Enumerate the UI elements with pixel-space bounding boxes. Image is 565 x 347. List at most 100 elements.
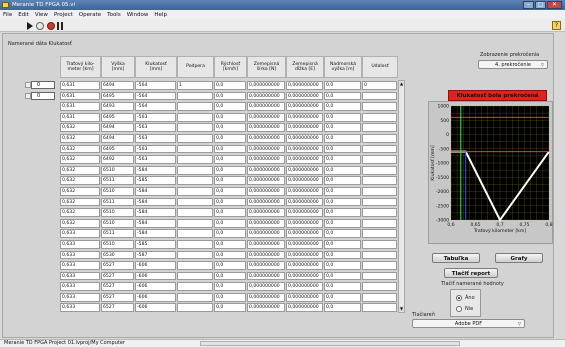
cell-vyska[interactable]: 6495 [101,144,134,154]
cell-sirka[interactable]: 0,000000000 [247,239,285,249]
cell-udalost[interactable]: 0 [362,81,397,90]
cell-udalost[interactable] [362,282,397,292]
cell-udalost[interactable] [362,91,397,101]
menu-operate[interactable]: Operate [79,12,101,18]
cell-dlzka[interactable]: 0,000000000 [286,271,323,281]
cell-podpera[interactable] [177,186,213,196]
cell-sirka[interactable]: 0,000000000 [247,250,285,260]
cell-vyska[interactable]: 6527 [101,303,134,313]
help-icon[interactable]: ? [552,21,561,30]
cell-km[interactable]: 0,633 [60,239,100,249]
cell-sirka[interactable]: 0,000000000 [247,261,285,270]
cell-km[interactable]: 0,632 [60,208,100,217]
cell-klukatost[interactable]: -606 [135,292,176,302]
cell-km[interactable]: 0,631 [60,102,100,111]
cell-podpera[interactable]: 1 [177,81,213,90]
cell-km[interactable]: 0,633 [60,271,100,281]
cell-udalost[interactable] [362,239,397,249]
menu-edit[interactable]: Edit [18,12,29,18]
cell-rychlost[interactable]: 0,0 [214,155,246,164]
cell-sirka[interactable]: 0,000000000 [247,144,285,154]
row-index-spinner[interactable] [25,82,31,88]
cell-km[interactable]: 0,632 [60,123,100,133]
cell-nadmorska[interactable]: 0,0 [324,81,361,90]
cell-udalost[interactable] [362,155,397,164]
cell-klukatost[interactable]: -564 [135,102,176,111]
cell-podpera[interactable] [177,165,213,175]
cell-udalost[interactable] [362,165,397,175]
cell-podpera[interactable] [177,123,213,133]
cell-podpera[interactable] [177,144,213,154]
cell-podpera[interactable] [177,229,213,239]
cell-sirka[interactable]: 0,000000000 [247,229,285,239]
cell-rychlost[interactable]: 0,0 [214,229,246,239]
cell-nadmorska[interactable]: 0,0 [324,292,361,302]
cell-vyska[interactable]: 6527 [101,292,134,302]
cell-vyska[interactable]: 6510 [101,218,134,228]
cell-dlzka[interactable]: 0,000000000 [286,261,323,270]
cell-klukatost[interactable]: -563 [135,112,176,122]
cell-nadmorska[interactable]: 0,0 [324,176,361,186]
cell-klukatost[interactable]: -606 [135,271,176,281]
cell-dlzka[interactable]: 0,000000000 [286,197,323,207]
scroll-up-icon[interactable]: ▲ [399,81,404,87]
cell-podpera[interactable] [177,91,213,101]
cell-vyska[interactable]: 6510 [101,239,134,249]
cell-nadmorska[interactable]: 0,0 [324,133,361,143]
cell-km[interactable]: 0,632 [60,133,100,143]
cell-nadmorska[interactable]: 0,0 [324,91,361,101]
cell-sirka[interactable]: 0,000000000 [247,133,285,143]
table-vertical-scrollbar[interactable]: ▲ ▼ [398,80,405,313]
cell-km[interactable]: 0,633 [60,229,100,239]
cell-rychlost[interactable]: 0,0 [214,208,246,217]
cell-dlzka[interactable]: 0,000000000 [286,292,323,302]
cell-podpera[interactable] [177,176,213,186]
cell-sirka[interactable]: 0,000000000 [247,165,285,175]
cell-podpera[interactable] [177,282,213,292]
cell-udalost[interactable] [362,261,397,270]
cell-nadmorska[interactable]: 0,0 [324,165,361,175]
cell-rychlost[interactable]: 0,0 [214,261,246,270]
cell-klukatost[interactable]: -585 [135,176,176,186]
cell-udalost[interactable] [362,186,397,196]
cell-rychlost[interactable]: 0,0 [214,282,246,292]
cell-vyska[interactable]: 6492 [101,155,134,164]
cell-rychlost[interactable]: 0,0 [214,303,246,313]
cell-nadmorska[interactable]: 0,0 [324,155,361,164]
cell-km[interactable]: 0,632 [60,155,100,164]
cell-vyska[interactable]: 6495 [101,112,134,122]
cell-rychlost[interactable]: 0,0 [214,112,246,122]
cell-udalost[interactable] [362,208,397,217]
grafy-button[interactable]: Grafy [495,253,543,263]
cell-vyska[interactable]: 6511 [101,197,134,207]
cell-klukatost[interactable]: -587 [135,250,176,260]
cell-nadmorska[interactable]: 0,0 [324,123,361,133]
cell-rychlost[interactable]: 0,0 [214,102,246,111]
maximize-button[interactable]: □ [535,1,546,9]
tabulka-button[interactable]: Tabuľka [432,253,480,263]
cell-sirka[interactable]: 0,000000000 [247,292,285,302]
run-continuously-icon[interactable] [36,22,44,30]
cell-vyska[interactable]: 6530 [101,250,134,260]
cell-udalost[interactable] [362,144,397,154]
cell-vyska[interactable]: 6527 [101,282,134,292]
cell-klukatost[interactable]: -584 [135,165,176,175]
cell-rychlost[interactable]: 0,0 [214,144,246,154]
printer-dropdown[interactable]: Adobe PDF ▽ [412,319,525,328]
radio-nie[interactable] [456,306,462,312]
cell-dlzka[interactable]: 0,000000000 [286,133,323,143]
cell-km[interactable]: 0,633 [60,292,100,302]
cell-km[interactable]: 0,631 [60,112,100,122]
cell-klukatost[interactable]: -564 [135,81,176,90]
cell-sirka[interactable]: 0,000000000 [247,197,285,207]
cell-klukatost[interactable]: -584 [135,218,176,228]
cell-nadmorska[interactable]: 0,0 [324,282,361,292]
cell-klukatost[interactable]: -606 [135,303,176,313]
menu-tools[interactable]: Tools [107,12,121,18]
cell-dlzka[interactable]: 0,000000000 [286,123,323,133]
cell-sirka[interactable]: 0,000000000 [247,186,285,196]
cell-udalost[interactable] [362,229,397,239]
cell-km[interactable]: 0,633 [60,303,100,313]
cell-dlzka[interactable]: 0,000000000 [286,229,323,239]
cell-sirka[interactable]: 0,000000000 [247,112,285,122]
